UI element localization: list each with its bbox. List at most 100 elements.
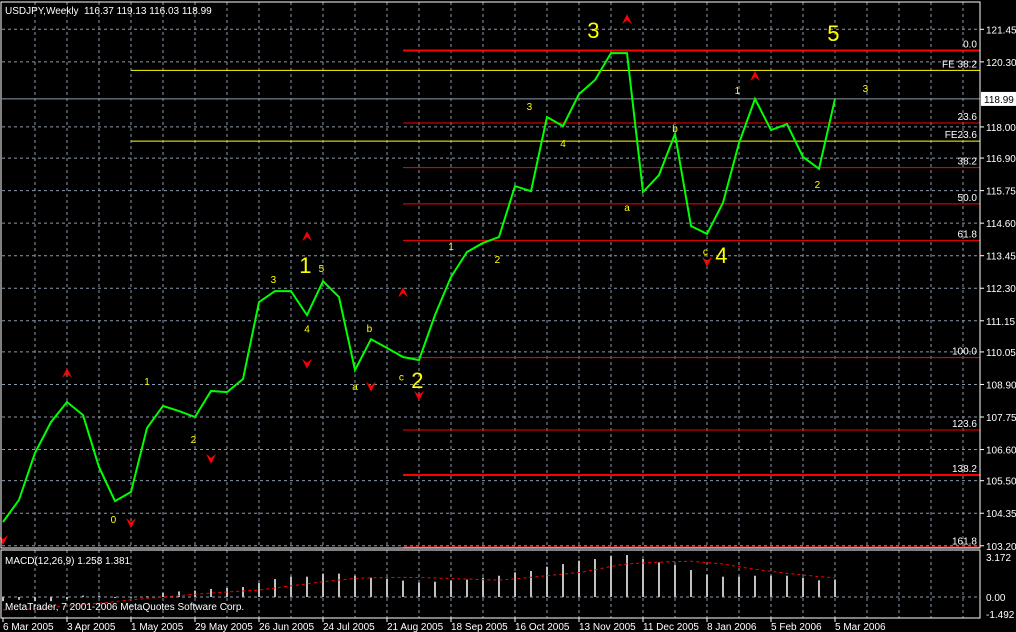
wave-label-minor: c — [703, 247, 708, 258]
date-axis-label: 3 Apr 2005 — [67, 622, 116, 632]
fib-level-label: 61.8 — [958, 229, 978, 240]
macd-histogram-bar — [290, 576, 292, 597]
macd-histogram-bar — [82, 595, 84, 597]
fe-level-label: FE 38.2 — [942, 59, 977, 70]
macd-histogram-bar — [738, 576, 740, 597]
price-axis-label: 103.20 — [986, 542, 1016, 553]
macd-histogram-bar — [130, 596, 132, 598]
wave-label-minor: 3 — [527, 102, 533, 113]
axes: 121.45120.30118.00116.90115.75114.60113.… — [0, 1, 1016, 632]
wave-label-minor: 4 — [560, 139, 566, 150]
wave-label-minor: 1 — [144, 377, 150, 388]
fractal-down-arrow-icon — [206, 453, 216, 464]
macd-histogram-bar — [2, 597, 4, 602]
fractal-up-arrow-icon — [302, 231, 312, 242]
macd-histogram-bar — [34, 597, 36, 602]
wave-label-minor: 4 — [304, 325, 310, 336]
chart-header-symbol: USDJPY,Weekly — [5, 6, 79, 17]
price-axis-label: 107.75 — [986, 413, 1016, 424]
macd-histogram-bar — [770, 575, 772, 597]
price-axis-label: 121.45 — [986, 25, 1016, 36]
price-axis-label: 112.30 — [986, 284, 1016, 295]
wave-label-minor: a — [352, 382, 358, 393]
price-axis-label: 104.35 — [986, 509, 1016, 520]
macd-histogram-bar — [338, 573, 340, 597]
macd-histogram-bar — [818, 580, 820, 597]
wave-label-minor: c — [399, 372, 404, 383]
date-axis-label: 5 Feb 2006 — [771, 622, 822, 632]
price-axis-label: 120.30 — [986, 58, 1016, 69]
grid — [2, 2, 980, 618]
macd-axis-label: 3.172 — [986, 553, 1011, 564]
macd-histogram-bar — [658, 562, 660, 597]
macd-histogram-bar — [754, 575, 756, 597]
fractal-up-arrow-icon — [750, 70, 760, 81]
date-axis-label: 8 Jan 2006 — [707, 622, 757, 632]
wave-label-major: 4 — [715, 243, 727, 268]
fibonacci-levels: 0.0 23.6 38.2 50.0 61.8 100.0 123.6 138.2 161.8 F… — [2, 40, 980, 549]
wave-label-minor: b — [367, 324, 373, 335]
trading-chart[interactable]: 0.0 23.6 38.2 50.0 61.8 100.0 123.6 138.2 161.8 F… — [0, 0, 1016, 632]
macd-histogram-bar — [802, 577, 804, 597]
fractal-down-arrow-icon — [366, 381, 376, 392]
macd-axis-label: 0.00 — [986, 593, 1006, 604]
macd-histogram-bar — [434, 581, 436, 597]
date-axis-label: 26 Jun 2005 — [259, 622, 314, 632]
macd-histogram-bar — [642, 559, 644, 597]
macd-histogram-bar — [242, 586, 244, 597]
fractal-down-arrow-icon — [302, 358, 312, 369]
wave-annotations: 0 1 2 3 4 5 a b c 1 2 3 4 a b c 1 2 3 1 2 3 4 5 — [0, 14, 869, 546]
wave-label-minor: 0 — [111, 515, 117, 526]
date-axis-label: 11 Dec 2005 — [643, 622, 699, 632]
price-axis-label: 105.50 — [986, 477, 1016, 488]
macd-histogram-bar — [498, 575, 500, 597]
fib-level-label: 100.0 — [952, 347, 977, 358]
macd-histogram-bar — [210, 588, 212, 597]
macd-histogram-bar — [562, 564, 564, 597]
current-price-label: 118.99 — [984, 95, 1014, 106]
wave-label-minor: a — [624, 203, 630, 214]
macd-histogram-bar — [706, 574, 708, 597]
fe-level-label: FE23.6 — [945, 130, 978, 141]
fib-level-label: 161.8 — [952, 536, 977, 547]
macd-label: MACD(12,26,9) 1.258 1.381 — [5, 556, 131, 567]
macd-axis-label: -1.492 — [986, 610, 1015, 621]
fib-level-label: 0.0 — [963, 40, 977, 51]
macd-histogram-bar — [514, 572, 516, 597]
macd-histogram-bar — [370, 577, 372, 597]
wave-label-major: 1 — [299, 253, 311, 278]
macd-histogram-bar — [306, 576, 308, 597]
wave-label-major: 3 — [587, 18, 599, 43]
fib-level-label: 38.2 — [958, 157, 978, 168]
wave-label-major: 5 — [827, 21, 839, 46]
wave-label-major: 2 — [411, 368, 423, 393]
fractal-down-arrow-icon — [702, 256, 712, 267]
macd-histogram-bar — [834, 579, 836, 597]
price-axis-label: 108.90 — [986, 380, 1016, 391]
date-axis-label: 16 Oct 2005 — [515, 622, 570, 632]
macd-histogram-bar — [322, 573, 324, 597]
wave-label-minor: 2 — [815, 180, 821, 191]
main-panel-frame — [0, 1, 981, 549]
macd-histogram-bar — [530, 571, 532, 597]
fib-level-label: 123.6 — [952, 419, 977, 430]
macd-histogram-bar — [674, 565, 676, 597]
macd-histogram-bar — [610, 555, 612, 597]
macd-histogram-bar — [466, 579, 468, 597]
price-axis-label: 110.05 — [986, 348, 1016, 359]
wave-label-minor: 5 — [319, 264, 325, 275]
macd-histogram-bar — [402, 580, 404, 597]
macd-histogram-bar — [578, 560, 580, 597]
macd-histogram-bar — [546, 566, 548, 597]
price-axis-label: 118.00 — [986, 123, 1016, 134]
price-axis-label: 113.45 — [986, 252, 1016, 263]
wave-label-minor: b — [672, 124, 678, 135]
macd-histogram-bar — [66, 597, 68, 600]
price-axis-label: 114.60 — [986, 219, 1016, 230]
macd-histogram-bar — [722, 576, 724, 597]
price-axis-label: 111.15 — [986, 317, 1016, 328]
date-axis-label: 5 Mar 2006 — [835, 622, 886, 632]
fib-level-label: 50.0 — [958, 193, 978, 204]
date-axis-label: 18 Sep 2005 — [451, 622, 508, 632]
macd-histogram-bar — [354, 575, 356, 597]
